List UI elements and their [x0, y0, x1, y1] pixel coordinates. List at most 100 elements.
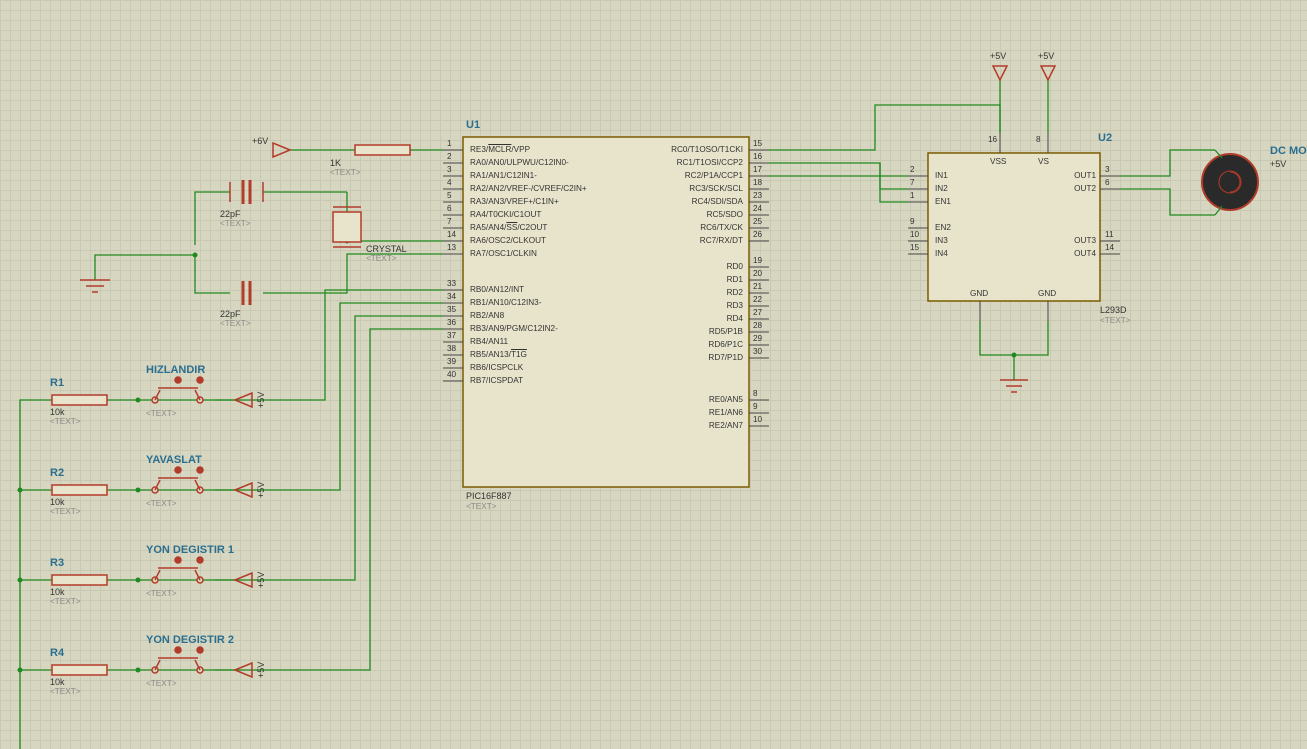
u2-left-pin-name: IN3 — [935, 237, 948, 245]
u1-left-pin-name: RA7/OSC1/CLKIN — [470, 250, 537, 258]
u1-left-pin-name: RA4/T0CKI/C1OUT — [470, 211, 541, 219]
u2-vs-pwr: +5V — [1038, 52, 1054, 61]
r4-ref: R4 — [50, 648, 64, 659]
u1-right-pin-name: RD7/P1D — [545, 354, 743, 362]
u1-left-pin-num: 5 — [447, 192, 452, 200]
u2-right-pin-num: 3 — [1105, 166, 1110, 174]
btn3-label: YON DEGISTIR 1 — [146, 545, 234, 556]
r3-ref: R3 — [50, 558, 64, 569]
u1-ref: U1 — [466, 120, 480, 131]
u1-left-pin-num: 6 — [447, 205, 452, 213]
u2-ref: U2 — [1098, 133, 1112, 144]
u1-right-pin-num: 24 — [753, 205, 762, 213]
u2-right-pin-num: 6 — [1105, 179, 1110, 187]
u2-left-pin-name: EN1 — [935, 198, 951, 206]
u1-right-pin-name: RE1/AN6 — [545, 409, 743, 417]
r-mclr-text: <TEXT> — [330, 169, 361, 177]
btn2-text: <TEXT> — [146, 500, 177, 508]
u1-left-pin-name: RB4/AN11 — [470, 338, 508, 346]
dc-motor-symbol — [1202, 150, 1258, 215]
u1-right-pin-num: 10 — [753, 416, 762, 424]
cap2-text: <TEXT> — [220, 320, 251, 328]
u1-right-pin-num: 16 — [753, 153, 762, 161]
u1-right-pin-num: 25 — [753, 218, 762, 226]
u1-right-pin-name: RD2 — [545, 289, 743, 297]
u1-left-pin-name: RB7/ICSPDAT — [470, 377, 523, 385]
u1-right-pin-name: RC6/TX/CK — [545, 224, 743, 232]
u1-right-pin-name: RC5/SDO — [545, 211, 743, 219]
u1-right-pin-name: RD3 — [545, 302, 743, 310]
u2-left-pin-num: 1 — [910, 192, 915, 200]
u1-left-pin-name: RB1/AN10/C12IN3- — [470, 299, 541, 307]
u1-right-pin-num: 27 — [753, 309, 762, 317]
u1-left-pin-name: RB0/AN12/INT — [470, 286, 524, 294]
u1-left-pin-num: 14 — [447, 231, 456, 239]
btn1-label: HIZLANDIR — [146, 365, 205, 376]
cap2-val: 22pF — [220, 310, 241, 319]
u2-right-pin-num: 14 — [1105, 244, 1114, 252]
r2-text: <TEXT> — [50, 508, 81, 516]
u1-right-pin-name: RD0 — [545, 263, 743, 271]
btn4-pwr: +5V — [257, 662, 266, 678]
u1-right-pin-name: RC4/SDI/SDA — [545, 198, 743, 206]
u1-right-pin-name: RD1 — [545, 276, 743, 284]
u1-right-pin-name: RC0/T1OSO/T1CKI — [545, 146, 743, 154]
u1-right-pin-num: 9 — [753, 403, 758, 411]
u1-right-pin-num: 21 — [753, 283, 762, 291]
u1-part: PIC16F887 — [466, 492, 512, 501]
u1-left-pin-name: RA5/AN4/SS/C2OUT — [470, 224, 547, 232]
u1-left-pin-num: 33 — [447, 280, 456, 288]
r4-val: 10k — [50, 678, 65, 687]
u1-right-pin-num: 29 — [753, 335, 762, 343]
u2-left-pin-num: 15 — [910, 244, 919, 252]
schematic-canvas[interactable]: U1 PIC16F887 <TEXT> U2 L293D <TEXT> 1K <… — [0, 0, 1307, 749]
u2-part: L293D — [1100, 306, 1127, 315]
u1-right-pin-num: 8 — [753, 390, 758, 398]
r1-text: <TEXT> — [50, 418, 81, 426]
u2-left-pin-name: EN2 — [935, 224, 951, 232]
u2-right-pin-name: OUT3 — [1060, 237, 1096, 245]
u1-left-pin-num: 37 — [447, 332, 456, 340]
cap1-text: <TEXT> — [220, 220, 251, 228]
btn4-text: <TEXT> — [146, 680, 177, 688]
r3-val: 10k — [50, 588, 65, 597]
u2-text: <TEXT> — [1100, 317, 1131, 325]
u1-right-pin-num: 30 — [753, 348, 762, 356]
u1-left-pin-name: RA6/OSC2/CLKOUT — [470, 237, 546, 245]
u1-right-pin-num: 28 — [753, 322, 762, 330]
u1-left-pin-name: RB6/ICSPCLK — [470, 364, 523, 372]
u1-right-pin-name: RD5/P1B — [545, 328, 743, 336]
p6v-label: +6V — [252, 137, 268, 146]
u1-right-pin-name: RD4 — [545, 315, 743, 323]
crystal-text: <TEXT> — [366, 255, 397, 263]
u1-left-pin-num: 38 — [447, 345, 456, 353]
btn3-text: <TEXT> — [146, 590, 177, 598]
u1-right-pin-num: 26 — [753, 231, 762, 239]
u2-left-pin-num: 9 — [910, 218, 915, 226]
u1-right-pin-num: 18 — [753, 179, 762, 187]
u2-top-pin-name: VSS — [990, 158, 1006, 166]
u2-right-pin-name: OUT2 — [1060, 185, 1096, 193]
motor-title: DC MOTO — [1270, 146, 1307, 157]
u1-left-pin-num: 1 — [447, 140, 452, 148]
r2-val: 10k — [50, 498, 65, 507]
u2-vss-pwr: +5V — [990, 52, 1006, 61]
r3-text: <TEXT> — [50, 598, 81, 606]
r-mclr-val: 1K — [330, 159, 341, 168]
u1-left-pin-num: 3 — [447, 166, 452, 174]
u1-right-pin-num: 19 — [753, 257, 762, 265]
u2-top-pin-name: VS — [1038, 158, 1049, 166]
u1-right-pin-num: 20 — [753, 270, 762, 278]
u2-left-pin-name: IN2 — [935, 185, 948, 193]
u1-left-pin-num: 36 — [447, 319, 456, 327]
u2-top-pin-num: 16 — [988, 136, 997, 144]
u1-right-pin-name: RD6/P1C — [545, 341, 743, 349]
u1-left-pin-num: 7 — [447, 218, 452, 226]
u1-right-pin-num: 23 — [753, 192, 762, 200]
cap1-val: 22pF — [220, 210, 241, 219]
u1-left-pin-name: RB5/AN13/T1G — [470, 351, 527, 359]
u2-bot-pin-name: GND — [970, 290, 988, 298]
crystal-val: CRYSTAL — [366, 245, 407, 254]
r1-val: 10k — [50, 408, 65, 417]
u1-left-pin-num: 39 — [447, 358, 456, 366]
